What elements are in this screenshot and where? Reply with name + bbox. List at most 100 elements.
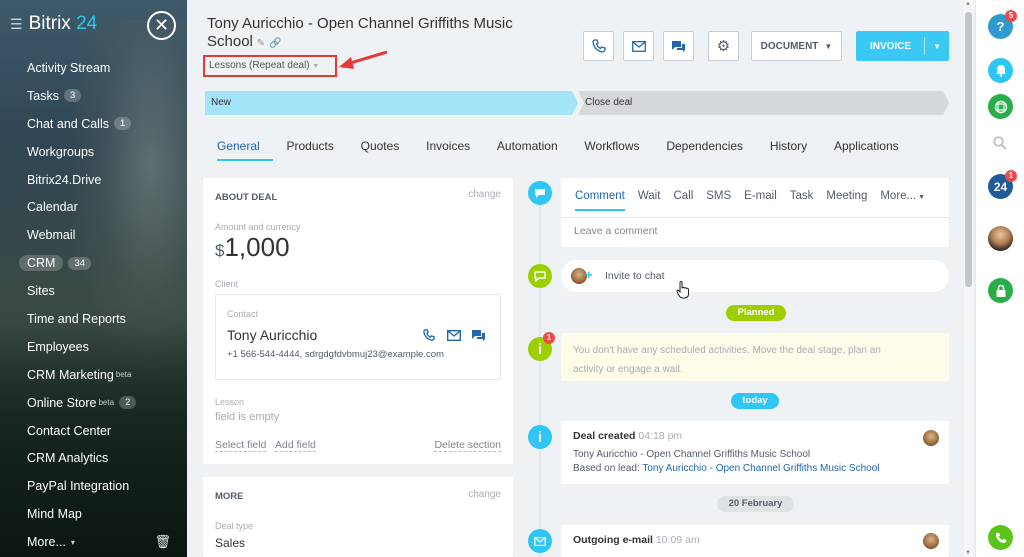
- count-badge: 2: [119, 396, 137, 410]
- tab-history[interactable]: History: [756, 139, 820, 161]
- sidebar-item-crm[interactable]: CRM 34: [0, 249, 187, 277]
- sidebar-item-webmail[interactable]: Webmail: [0, 221, 187, 249]
- change-link[interactable]: change: [468, 489, 501, 500]
- sidebar-item-workgroups[interactable]: Workgroups: [0, 138, 187, 166]
- invite-to-chat-bar[interactable]: + Invite to chat: [561, 260, 949, 299]
- change-link[interactable]: change: [468, 189, 501, 200]
- tab-meeting[interactable]: Meeting: [826, 190, 867, 211]
- chevron-down-icon: ▼: [824, 41, 833, 51]
- close-slider-button[interactable]: ✕: [147, 11, 176, 40]
- date-separator: 20 February: [717, 496, 794, 512]
- user-avatar[interactable]: [988, 226, 1013, 251]
- sidebar-item-contact-center[interactable]: Contact Center: [0, 417, 187, 445]
- scroll-up-icon[interactable]: ▲: [965, 1, 971, 7]
- section-title: ABOUT DEAL: [215, 192, 278, 203]
- logo[interactable]: ☰ Bitrix 24: [10, 13, 97, 35]
- tab-quotes[interactable]: Quotes: [347, 139, 412, 161]
- divider: [561, 217, 949, 218]
- add-field-link[interactable]: Add field: [275, 439, 316, 452]
- sidebar-item-crm-analytics[interactable]: CRM Analytics: [0, 444, 187, 472]
- envelope-icon[interactable]: [447, 330, 461, 341]
- trash-icon[interactable]: 🗑: [154, 534, 171, 550]
- tab-more[interactable]: More... ▼: [880, 190, 925, 211]
- menu-icon[interactable]: ☰: [10, 16, 23, 33]
- comment-input[interactable]: Leave a comment: [574, 225, 657, 237]
- search-icon[interactable]: [993, 136, 1007, 153]
- sidebar-item-activity-stream[interactable]: Activity Stream: [0, 54, 187, 82]
- chat-bubble-icon[interactable]: [471, 329, 486, 342]
- tab-applications[interactable]: Applications: [821, 139, 913, 161]
- bell-icon: [995, 65, 1006, 77]
- sidebar-item-drive[interactable]: Bitrix24.Drive: [0, 166, 187, 194]
- sidebar-item-tasks[interactable]: Tasks 3: [0, 82, 187, 110]
- deal-type-value: Sales: [215, 536, 246, 550]
- select-field-link[interactable]: Select field: [215, 439, 267, 452]
- email-button[interactable]: [623, 31, 654, 61]
- sidebar-item-time-reports[interactable]: Time and Reports: [0, 305, 187, 333]
- event-deal-name: Tony Auricchio - Open Channel Griffiths …: [573, 449, 811, 460]
- call-button[interactable]: [583, 31, 614, 61]
- gear-icon: ⚙: [716, 38, 731, 55]
- document-button[interactable]: DOCUMENT ▼: [751, 31, 842, 61]
- sidebar-item-sites[interactable]: Sites: [0, 277, 187, 305]
- help-button[interactable]: ? 5: [988, 10, 1017, 39]
- invoice-button[interactable]: INVOICE ▼: [856, 31, 949, 61]
- sidebar-item-more[interactable]: More... ▾ 🗑: [0, 528, 187, 556]
- settings-button[interactable]: ⚙: [708, 31, 739, 61]
- annotation-arrow-icon: [339, 50, 388, 69]
- tab-task[interactable]: Task: [790, 190, 814, 211]
- chevron-down-icon: ▼: [312, 63, 320, 70]
- delete-section-link[interactable]: Delete section: [434, 439, 501, 452]
- tab-sms[interactable]: SMS: [706, 190, 731, 211]
- tab-comment[interactable]: Comment: [575, 190, 625, 211]
- question-icon: ?: [996, 19, 1005, 34]
- sidebar-item-paypal[interactable]: PayPal Integration: [0, 472, 187, 500]
- scrollbar[interactable]: ▲ ▼: [964, 0, 973, 557]
- sidebar-item-employees[interactable]: Employees: [0, 333, 187, 361]
- sidebar-item-mind-map[interactable]: Mind Map: [0, 500, 187, 528]
- tab-workflows[interactable]: Workflows: [571, 139, 653, 161]
- activity-editor: Comment Wait Call SMS E-mail Task Meetin…: [561, 178, 949, 247]
- scrollbar-thumb[interactable]: [965, 12, 972, 287]
- phone-call-button[interactable]: [988, 525, 1013, 550]
- envelope-icon: [528, 529, 552, 553]
- event-title: Deal created 04:18 pm: [573, 430, 683, 442]
- deal-category-selector[interactable]: Lessons (Repeat deal) ▼: [203, 55, 337, 77]
- phone-icon[interactable]: [423, 329, 435, 341]
- open-lines-button[interactable]: [988, 94, 1013, 119]
- edit-icon[interactable]: ✎: [257, 38, 265, 49]
- event-based-on: Based on lead: Tony Auricchio - Open Cha…: [573, 463, 880, 474]
- sidebar-item-chat[interactable]: Chat and Calls 1: [0, 110, 187, 138]
- field-label: Lesson: [215, 397, 245, 407]
- outgoing-email-event[interactable]: Outgoing e-mail 10:09 am: [561, 525, 949, 557]
- tab-email[interactable]: E-mail: [744, 190, 777, 211]
- tab-invoices[interactable]: Invoices: [413, 139, 484, 161]
- stage-close-deal[interactable]: Close deal: [579, 91, 947, 115]
- chevron-down-icon[interactable]: ▼: [933, 42, 941, 51]
- contact-name[interactable]: Tony Auricchio: [227, 327, 317, 343]
- tab-automation[interactable]: Automation: [484, 139, 571, 161]
- sidebar-item-crm-marketing[interactable]: CRM Marketing beta: [0, 361, 187, 389]
- tab-wait[interactable]: Wait: [638, 190, 661, 211]
- client-card: Contact Tony Auricchio +1 566-544-4444, …: [215, 294, 501, 380]
- bitrix24-button[interactable]: 24 1: [988, 170, 1017, 199]
- stage-new[interactable]: New: [205, 91, 575, 115]
- tab-dependencies[interactable]: Dependencies: [653, 139, 757, 161]
- notifications-button[interactable]: [988, 58, 1013, 83]
- tab-products[interactable]: Products: [273, 139, 347, 161]
- planned-label: Planned: [726, 305, 786, 321]
- contact-details: +1 566-544-4444, sdrgdgfdvbmuj23@example…: [227, 349, 444, 360]
- notification-badge: 1: [1005, 170, 1017, 182]
- lock-button[interactable]: [988, 278, 1013, 303]
- scroll-down-icon[interactable]: ▼: [965, 550, 971, 556]
- sidebar-item-calendar[interactable]: Calendar: [0, 193, 187, 221]
- chat-button[interactable]: [663, 31, 694, 61]
- tab-call[interactable]: Call: [673, 190, 693, 211]
- sidebar-item-online-store[interactable]: Online Store beta 2: [0, 389, 187, 417]
- right-toolbar: ? 5 24 1: [975, 0, 1024, 557]
- tab-general[interactable]: General: [217, 139, 274, 161]
- lead-link[interactable]: Tony Auricchio - Open Channel Griffiths …: [642, 463, 879, 474]
- deal-created-event: Deal created 04:18 pm Tony Auricchio - O…: [561, 421, 949, 484]
- link-icon[interactable]: 🔗: [269, 38, 281, 49]
- deal-detail: Tony Auricchio - Open Channel Griffiths …: [187, 0, 975, 557]
